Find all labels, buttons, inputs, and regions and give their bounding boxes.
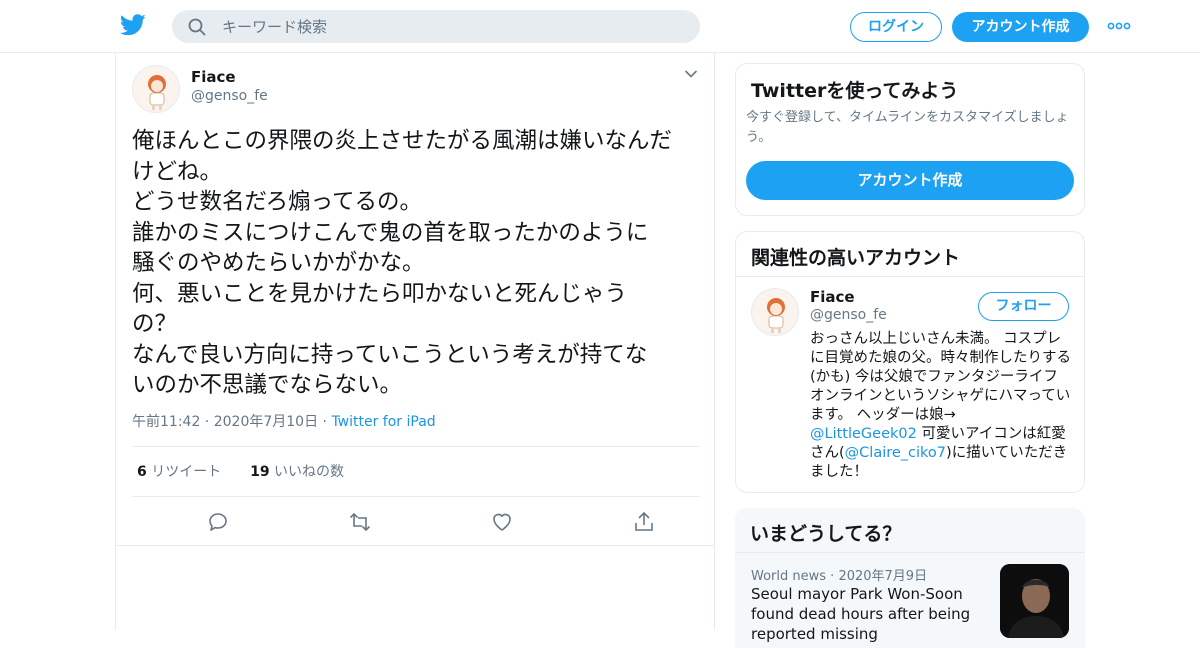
divider (735, 552, 1085, 553)
retweet-stat[interactable]: 6 リツイート (137, 464, 221, 480)
like-count: 19 (250, 464, 270, 480)
related-account-handle[interactable]: @genso_fe (810, 307, 887, 323)
divider (132, 496, 700, 497)
avatar-illustration-icon (767, 298, 785, 333)
bio-mention-link[interactable]: @Claire_ciko7 (845, 445, 946, 461)
tweet-detail: Fiace @genso_fe 俺ほんとこの界隈の炎上させたがる風潮は嫌いなんだ… (115, 53, 715, 630)
trend-metadata: World news · 2020年7月9日 (751, 565, 927, 584)
follow-button[interactable]: フォロー (978, 292, 1069, 321)
author-handle[interactable]: @genso_fe (191, 88, 268, 104)
tweet-text: 俺ほんとこの界隈の炎上させたがる風潮は嫌いなんだ けどね。 どうせ数名だろ煽って… (132, 128, 673, 398)
related-account-bio: おっさん以上じいさん未満。 コスプレに目覚めた娘の父。時々制作したりする(かも)… (810, 330, 1072, 482)
retweet-count: 6 (137, 464, 147, 480)
tweet-actions (132, 508, 700, 538)
reply-icon[interactable] (206, 510, 230, 534)
login-button[interactable]: ログイン (850, 12, 942, 42)
like-heart-icon[interactable] (490, 510, 514, 534)
search-bar (172, 10, 700, 43)
signup-button[interactable]: アカウント作成 (952, 12, 1089, 42)
like-label: いいねの数 (274, 464, 345, 480)
bio-mention-link[interactable]: @LittleGeek02 (810, 426, 917, 442)
signup-card-title: Twitterを使ってみよう (751, 80, 959, 102)
more-options-icon[interactable] (1107, 20, 1131, 32)
divider (132, 446, 700, 447)
tweet-stats: 6 リツイート 19 いいねの数 (137, 461, 344, 481)
create-account-button[interactable]: アカウント作成 (746, 161, 1074, 200)
tweet-metadata: 午前11:42 · 2020年7月10日 · Twitter for iPad (132, 411, 436, 431)
chevron-down-icon[interactable] (684, 69, 698, 79)
search-input[interactable] (222, 10, 682, 43)
twitter-bird-logo-icon[interactable] (120, 14, 146, 36)
signup-card-subtitle: 今すぐ登録して、タイムラインをカスタマイズしましょう。 (746, 110, 1069, 145)
divider (736, 276, 1084, 277)
signup-prompt-card: Twitterを使ってみよう 今すぐ登録して、タイムラインをカスタマイズしましょ… (735, 63, 1085, 216)
related-account-name[interactable]: Fiace (810, 288, 855, 306)
author-avatar[interactable] (132, 65, 180, 113)
search-icon (188, 18, 206, 36)
retweet-icon[interactable] (348, 510, 372, 534)
avatar-illustration-icon (148, 75, 166, 110)
author-name[interactable]: Fiace (191, 68, 236, 86)
trend-category: World news (751, 569, 827, 584)
related-account-avatar[interactable] (751, 288, 799, 336)
trend-thumbnail-image[interactable] (1000, 564, 1069, 638)
trends-card-title: いまどうしてる？ (750, 523, 902, 545)
bio-text: おっさん以上じいさん未満。 コスプレに目覚めた娘の父。時々制作したりする(かも)… (810, 331, 1071, 423)
tweet-time[interactable]: 午前11:42 (132, 414, 200, 430)
share-icon[interactable] (632, 510, 656, 534)
top-navigation-bar: ログイン アカウント作成 (0, 0, 1200, 53)
tweet-source-link[interactable]: Twitter for iPad (331, 414, 435, 430)
retweet-label: リツイート (151, 464, 222, 480)
trend-headline[interactable]: Seoul mayor Park Won-Soon found dead hou… (751, 584, 991, 644)
like-stat[interactable]: 19 いいねの数 (250, 464, 344, 480)
trend-date: 2020年7月9日 (838, 569, 928, 584)
meta-separator: · (204, 414, 214, 430)
tweet-date[interactable]: 2020年7月10日 (214, 414, 318, 430)
related-accounts-card: 関連性の高いアカウント Fiace @genso_fe フォロー おっさん以上じ… (735, 231, 1085, 493)
related-card-title: 関連性の高いアカウント (751, 247, 961, 269)
trends-card: いまどうしてる？ World news · 2020年7月9日 Seoul ma… (735, 508, 1085, 648)
divider (116, 545, 714, 546)
person-photo-icon (1000, 564, 1069, 638)
